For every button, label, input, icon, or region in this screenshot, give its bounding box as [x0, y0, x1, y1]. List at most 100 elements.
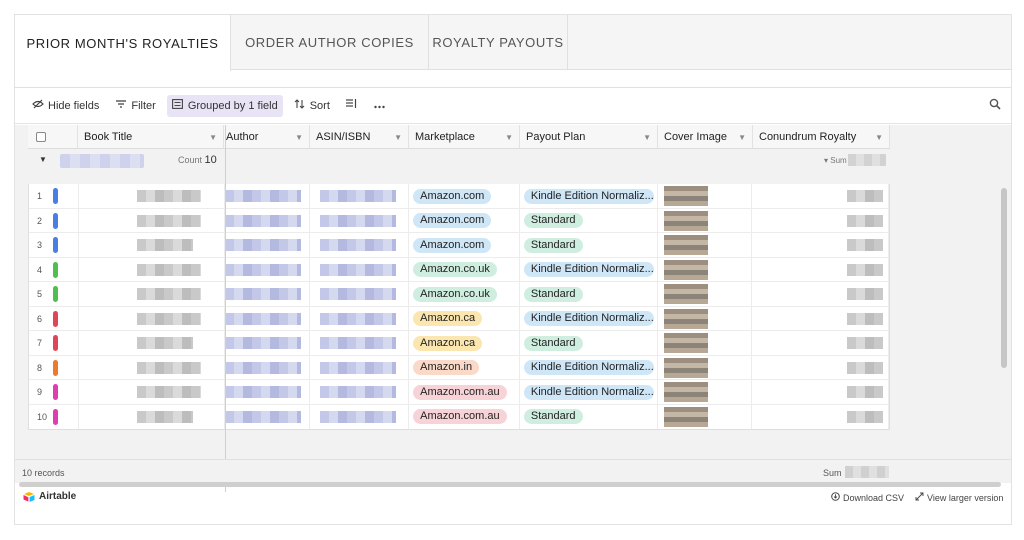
airtable-brand[interactable]: Airtable: [23, 491, 76, 502]
column-header-author[interactable]: Author ▼: [224, 125, 310, 149]
royalty-cell[interactable]: [752, 404, 890, 429]
author-cell[interactable]: [224, 306, 311, 331]
cover-image-thumbnail[interactable]: [663, 357, 708, 378]
royalty-cell[interactable]: [752, 380, 890, 404]
marketplace-cell[interactable]: Amazon.com: [409, 208, 520, 233]
book-title-cell[interactable]: [79, 257, 225, 282]
column-header-book-title[interactable]: Book Title ▼: [78, 125, 224, 149]
sort-button[interactable]: Sort: [289, 95, 335, 117]
payout-plan-cell[interactable]: Kindle Edition Normaliz...: [520, 184, 658, 208]
cover-image-cell[interactable]: [658, 257, 753, 282]
payout-plan-cell[interactable]: Standard: [520, 208, 658, 233]
table-row[interactable]: 10 Amazon.com.au Standard: [29, 404, 890, 430]
table-row[interactable]: 9 Amazon.com.au Kindle Edition Normaliz...: [29, 380, 890, 405]
book-title-cell[interactable]: [79, 282, 225, 306]
marketplace-cell[interactable]: Amazon.ca: [409, 306, 520, 331]
asin-cell[interactable]: [310, 404, 410, 429]
table-row[interactable]: 3 Amazon.com Standard: [29, 233, 890, 258]
author-cell[interactable]: [224, 257, 311, 282]
cover-image-cell[interactable]: [658, 355, 753, 380]
royalty-cell[interactable]: [752, 331, 890, 355]
tab-prior-months-royalties[interactable]: PRIOR MONTH'S ROYALTIES: [15, 15, 231, 71]
marketplace-cell[interactable]: Amazon.co.uk: [409, 257, 520, 282]
marketplace-cell[interactable]: Amazon.com.au: [409, 380, 520, 404]
column-header-payout-plan[interactable]: Payout Plan ▼: [520, 125, 658, 149]
cover-image-thumbnail[interactable]: [663, 186, 708, 206]
more-options-button[interactable]: [369, 95, 391, 117]
payout-plan-cell[interactable]: Kindle Edition Normaliz...: [520, 257, 658, 282]
row-height-button[interactable]: [341, 95, 363, 117]
cover-image-thumbnail[interactable]: [663, 259, 708, 280]
column-header-asin[interactable]: ASIN/ISBN ▼: [310, 125, 409, 149]
select-all-checkbox[interactable]: [36, 132, 46, 142]
payout-plan-cell[interactable]: Standard: [520, 233, 658, 257]
group-button[interactable]: Grouped by 1 field: [166, 94, 283, 117]
author-cell[interactable]: [224, 355, 311, 380]
table-row[interactable]: 6 Amazon.ca Kindle Edition Normaliz...: [29, 306, 890, 331]
view-larger-link[interactable]: View larger version: [915, 492, 1003, 503]
royalty-cell[interactable]: [752, 208, 890, 233]
cover-image-cell[interactable]: [658, 380, 753, 404]
hide-fields-button[interactable]: Hide fields: [27, 95, 104, 117]
book-title-cell[interactable]: [79, 233, 225, 257]
book-title-cell[interactable]: [79, 331, 225, 355]
chevron-down-icon[interactable]: ▼: [505, 133, 513, 142]
royalty-cell[interactable]: [752, 184, 890, 208]
payout-plan-cell[interactable]: Kindle Edition Normaliz...: [520, 355, 658, 380]
chevron-down-icon[interactable]: ▼: [209, 133, 217, 142]
book-title-cell[interactable]: [79, 380, 225, 404]
marketplace-cell[interactable]: Amazon.com: [409, 184, 520, 208]
book-title-cell[interactable]: [79, 184, 225, 208]
cover-image-thumbnail[interactable]: [663, 333, 708, 353]
book-title-cell[interactable]: [79, 404, 225, 429]
cover-image-cell[interactable]: [658, 233, 753, 257]
author-cell[interactable]: [224, 404, 311, 429]
cover-image-cell[interactable]: [658, 306, 753, 331]
cover-image-cell[interactable]: [658, 404, 753, 429]
cover-image-cell[interactable]: [658, 208, 753, 233]
chevron-down-icon[interactable]: ▼: [295, 133, 303, 142]
asin-cell[interactable]: [310, 257, 410, 282]
filter-button[interactable]: Filter: [110, 95, 160, 117]
cover-image-cell[interactable]: [658, 331, 753, 355]
royalty-cell[interactable]: [752, 282, 890, 306]
table-row[interactable]: 8 Amazon.in Kindle Edition Normaliz...: [29, 355, 890, 380]
author-cell[interactable]: [224, 380, 311, 404]
asin-cell[interactable]: [310, 184, 410, 208]
download-csv-link[interactable]: Download CSV: [831, 492, 904, 503]
table-row[interactable]: 7 Amazon.ca Standard: [29, 331, 890, 356]
chevron-down-icon[interactable]: ▼: [738, 133, 746, 142]
cover-image-thumbnail[interactable]: [663, 382, 708, 402]
marketplace-cell[interactable]: Amazon.com: [409, 233, 520, 257]
chevron-down-icon[interactable]: ▼: [875, 133, 883, 142]
table-row[interactable]: 4 Amazon.co.uk Kindle Edition Normaliz...: [29, 257, 890, 282]
cover-image-thumbnail[interactable]: [663, 235, 708, 255]
chevron-down-icon[interactable]: ▼: [394, 133, 402, 142]
royalty-cell[interactable]: [752, 306, 890, 331]
search-icon[interactable]: [989, 98, 1003, 112]
table-row[interactable]: 5 Amazon.co.uk Standard: [29, 282, 890, 307]
asin-cell[interactable]: [310, 306, 410, 331]
payout-plan-cell[interactable]: Kindle Edition Normaliz...: [520, 306, 658, 331]
collapse-group-icon[interactable]: ▼: [39, 155, 47, 164]
marketplace-cell[interactable]: Amazon.co.uk: [409, 282, 520, 306]
table-row[interactable]: 1 Amazon.com Kindle Edition Normaliz...: [29, 184, 890, 209]
book-title-cell[interactable]: [79, 306, 225, 331]
asin-cell[interactable]: [310, 380, 410, 404]
marketplace-cell[interactable]: Amazon.ca: [409, 331, 520, 355]
royalty-cell[interactable]: [752, 257, 890, 282]
royalty-cell[interactable]: [752, 355, 890, 380]
asin-cell[interactable]: [310, 355, 410, 380]
chevron-down-icon[interactable]: ▼: [643, 133, 651, 142]
column-header-conundrum-royalty[interactable]: Conundrum Royalty ▼: [753, 125, 890, 149]
author-cell[interactable]: [224, 331, 311, 355]
payout-plan-cell[interactable]: Standard: [520, 404, 658, 429]
asin-cell[interactable]: [310, 208, 410, 233]
author-cell[interactable]: [224, 208, 311, 233]
asin-cell[interactable]: [310, 233, 410, 257]
book-title-cell[interactable]: [79, 208, 225, 233]
tab-royalty-payouts[interactable]: ROYALTY PAYOUTS: [429, 15, 568, 70]
column-header-cover-image[interactable]: Cover Image ▼: [658, 125, 753, 149]
author-cell[interactable]: [224, 233, 311, 257]
tab-order-author-copies[interactable]: ORDER AUTHOR COPIES: [231, 15, 429, 70]
